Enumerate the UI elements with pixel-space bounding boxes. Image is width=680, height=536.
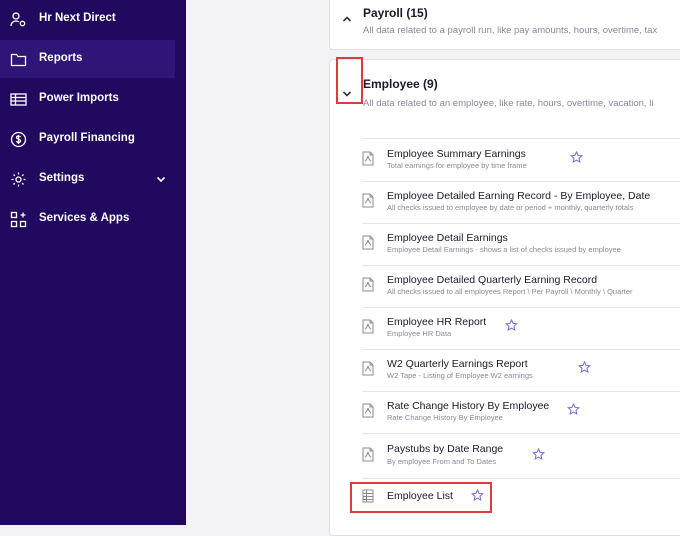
pdf-icon — [362, 447, 374, 462]
star-icon[interactable] — [570, 151, 583, 164]
report-desc: Total earnings for employee by time fram… — [387, 161, 527, 170]
pdf-icon — [362, 361, 374, 376]
list-item[interactable]: W2 Quarterly Earnings Report W2 Tape - L… — [362, 349, 680, 392]
report-desc: All checks issued to all employees Repor… — [387, 287, 633, 296]
sidebar-item-label: Power Imports — [39, 92, 119, 104]
star-icon[interactable] — [567, 403, 580, 416]
report-title[interactable]: Employee HR Report — [387, 316, 486, 328]
employee-list-highlight — [350, 482, 492, 513]
list-item[interactable]: Employee Summary Earnings Total earnings… — [362, 139, 680, 182]
list-item[interactable]: Paystubs by Date Range By employee From … — [362, 433, 680, 479]
report-title[interactable]: Employee Detailed Earning Record - By Em… — [387, 190, 650, 202]
list-item[interactable]: Employee Detailed Earning Record - By Em… — [362, 181, 680, 224]
list-item[interactable]: Employee Detailed Quarterly Earning Reco… — [362, 265, 680, 308]
expand-toggle-highlight — [336, 57, 363, 104]
sidebar: Hr Next Direct Reports Power Imports Pay… — [0, 0, 186, 525]
pdf-icon — [362, 235, 374, 250]
dollar-circle-icon — [10, 131, 27, 148]
sidebar-item-label: Services & Apps — [39, 212, 130, 224]
sidebar-item-services-apps[interactable]: Services & Apps — [0, 200, 175, 238]
report-desc: Rate Change History By Employee — [387, 413, 503, 422]
sidebar-item-label: Hr Next Direct — [39, 12, 116, 24]
pdf-icon — [362, 319, 374, 334]
employee-section-desc: All data related to an employee, like ra… — [363, 98, 654, 109]
report-title[interactable]: Paystubs by Date Range — [387, 443, 503, 455]
list-item[interactable]: Rate Change History By Employee Rate Cha… — [362, 391, 680, 434]
report-desc: W2 Tape - Listing of Employee W2 earning… — [387, 371, 533, 380]
sidebar-item-payroll-financing[interactable]: Payroll Financing — [0, 120, 175, 158]
report-title[interactable]: W2 Quarterly Earnings Report — [387, 358, 528, 370]
chevron-up-icon[interactable] — [340, 12, 354, 26]
sidebar-item-reports[interactable]: Reports — [0, 40, 175, 78]
report-title[interactable]: Employee Detailed Quarterly Earning Reco… — [387, 274, 597, 286]
pdf-icon — [362, 193, 374, 208]
sidebar-item-label: Payroll Financing — [39, 132, 135, 144]
pdf-icon — [362, 277, 374, 292]
sidebar-item-hr-next-direct[interactable]: Hr Next Direct — [0, 0, 175, 38]
sidebar-item-label: Settings — [39, 172, 85, 184]
list-item[interactable]: Employee Detail Earnings Employee Detail… — [362, 223, 680, 266]
sidebar-item-settings[interactable]: Settings — [0, 160, 175, 198]
list-item[interactable]: Employee HR Report Employee HR Data — [362, 307, 680, 350]
employee-section-title[interactable]: Employee (9) — [363, 77, 438, 91]
table-icon — [10, 93, 27, 106]
report-desc: By employee From and To Dates — [387, 457, 497, 466]
person-gear-icon — [10, 12, 26, 27]
apps-icon — [10, 211, 27, 228]
report-desc: Employee Detail Earnings - shows a list … — [387, 245, 621, 254]
payroll-section-desc: All data related to a payroll run, like … — [363, 25, 658, 36]
gear-icon — [11, 172, 26, 187]
star-icon[interactable] — [532, 448, 545, 461]
star-icon[interactable] — [505, 319, 518, 332]
sidebar-item-power-imports[interactable]: Power Imports — [0, 80, 175, 118]
report-title[interactable]: Employee Detail Earnings — [387, 232, 508, 244]
sidebar-item-label: Reports — [39, 52, 83, 64]
payroll-section: Payroll (15) All data related to a payro… — [329, 0, 680, 50]
report-title[interactable]: Employee Summary Earnings — [387, 148, 526, 160]
payroll-section-title[interactable]: Payroll (15) — [363, 6, 428, 20]
pdf-icon — [362, 151, 374, 166]
chevron-down-icon — [156, 176, 166, 183]
report-desc: Employee HR Data — [387, 329, 452, 338]
report-title[interactable]: Rate Change History By Employee — [387, 400, 549, 412]
pdf-icon — [362, 403, 374, 418]
star-icon[interactable] — [578, 361, 591, 374]
folder-icon — [10, 53, 27, 67]
report-desc: All checks issued to employee by date or… — [387, 203, 634, 212]
